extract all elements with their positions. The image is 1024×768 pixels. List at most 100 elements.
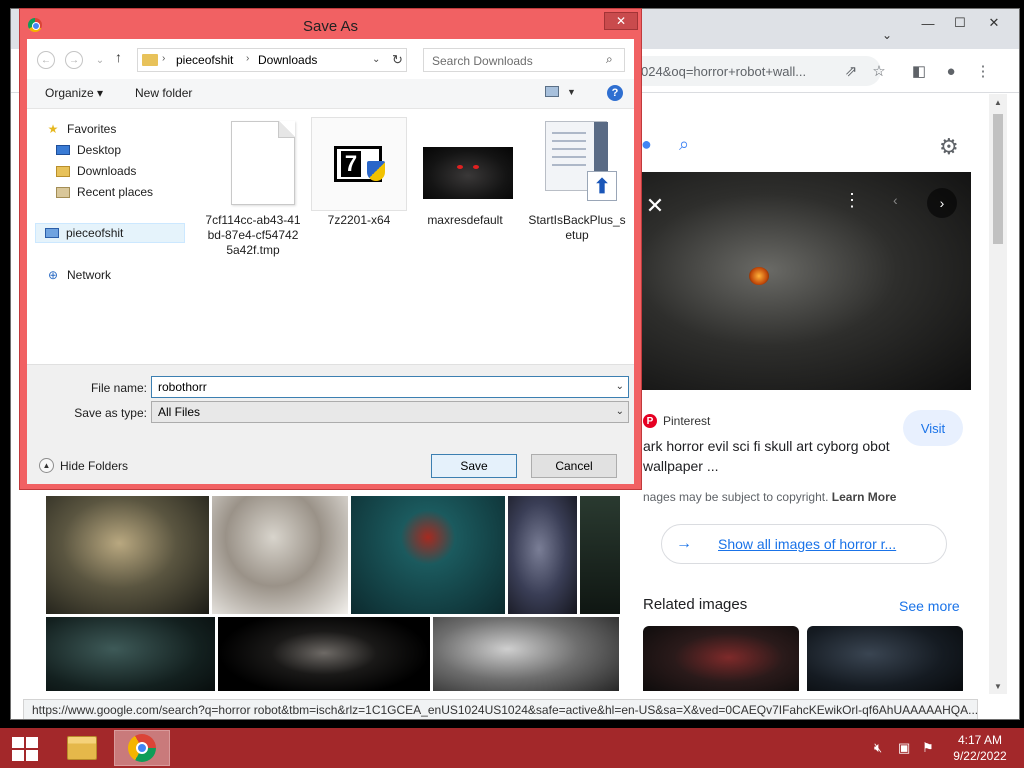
page-scrollbar[interactable]: ▲ ▼ (989, 94, 1007, 694)
file-name: StartIsBackPlus_setup (528, 213, 626, 242)
dialog-title: Save As (302, 18, 359, 35)
chevron-down-icon[interactable]: ⌄ (616, 381, 624, 392)
image-preview-panel: ✕ ⋮ ‹ › P Pinterest Visit ark horror evi… (631, 172, 971, 691)
save-options-area: File name: robothorr ⌄ Save as type: All… (27, 364, 634, 484)
file-explorer-taskbar-button[interactable] (54, 730, 110, 766)
result-image[interactable] (218, 617, 430, 691)
refresh-icon[interactable]: ↻ (392, 52, 403, 68)
profile-icon[interactable]: ● (941, 61, 961, 81)
dialog-close-button[interactable]: ✕ (604, 12, 638, 30)
result-image[interactable] (580, 496, 620, 614)
hide-folders-button[interactable]: ▲ Hide Folders (39, 458, 128, 473)
see-more-link[interactable]: See more (899, 598, 960, 614)
organize-label: Organize (45, 86, 94, 100)
recent-locations-chevron-icon[interactable]: ⌄ (91, 51, 109, 69)
navigation-pane: ★ Favorites Desktop Downloads Recent plac… (27, 110, 187, 364)
cancel-button[interactable]: Cancel (531, 454, 617, 478)
breadcrumb-separator-icon: › (246, 53, 250, 64)
related-images-heading: Related images (643, 596, 748, 613)
close-window-button[interactable]: ✕ (977, 11, 1011, 35)
chevron-up-icon: ▲ (39, 458, 54, 473)
system-clock[interactable]: 4:17 AM 9/22/2022 (940, 732, 1020, 764)
volume-muted-icon[interactable]: 🔇︎ (874, 740, 882, 756)
file-name: 7z2201-x64 (327, 213, 391, 227)
breadcrumb-user[interactable]: pieceofshit (176, 53, 233, 67)
file-item[interactable]: 7 7z2201-x64 (311, 117, 407, 228)
dialog-titlebar[interactable]: Save As (20, 9, 641, 39)
nav-downloads[interactable]: Downloads (55, 161, 136, 181)
network-status-icon[interactable]: ▣ (898, 740, 910, 756)
minimize-button[interactable]: — (911, 11, 945, 35)
up-arrow-icon[interactable]: ↑ (115, 49, 122, 65)
scrollbar-thumb[interactable] (993, 114, 1003, 244)
search-input[interactable]: Search Downloads ⌕ (423, 48, 625, 72)
result-image[interactable] (46, 496, 209, 614)
file-name-input[interactable]: robothorr ⌄ (151, 376, 629, 398)
chevron-down-icon[interactable]: ▼ (567, 87, 576, 97)
menu-kebab-icon[interactable]: ⋮ (973, 61, 993, 81)
chevron-left-icon[interactable]: ‹ (893, 192, 898, 208)
save-button[interactable]: Save (431, 454, 517, 478)
file-list: 7cf114cc-ab43-41bd-87e4-cf547425a42f.tmp… (195, 117, 635, 357)
omnibox[interactable]: 024&oq=horror+robot+wall... ⇗ ☆ (611, 56, 886, 86)
tab-search-chevron-icon[interactable]: ⌄ (877, 25, 897, 45)
file-item[interactable]: ⬆ StartIsBackPlus_setup (527, 117, 627, 243)
scroll-up-icon[interactable]: ▲ (989, 94, 1007, 110)
action-center-flag-icon[interactable]: ⚑ (922, 740, 934, 756)
image-title[interactable]: ark horror evil sci fi skull art cyborg … (643, 436, 893, 476)
chrome-taskbar-button[interactable] (114, 730, 170, 766)
save-type-label: Save as type: (74, 406, 147, 420)
chevron-down-icon[interactable]: ⌄ (372, 54, 380, 65)
search-icon: ⌕ (606, 52, 613, 66)
nav-recent-places[interactable]: Recent places (55, 182, 153, 202)
nav-desktop[interactable]: Desktop (55, 140, 121, 160)
installer-icon: ⬆ (529, 117, 625, 211)
address-bar[interactable]: › pieceofshit › Downloads ⌄ ↻ (137, 48, 407, 72)
mic-icon[interactable]: ● (641, 134, 652, 155)
share-icon[interactable]: ⇗ (841, 61, 861, 81)
bookmark-star-icon[interactable]: ☆ (869, 61, 889, 81)
taskbar: 🔇︎ ▣ ⚑ 4:17 AM 9/22/2022 (0, 728, 1024, 768)
nav-label: Desktop (77, 143, 122, 157)
nav-user-folder[interactable]: pieceofshit (35, 223, 185, 243)
show-all-images-button[interactable]: → Show all images of horror r... (661, 524, 947, 564)
file-item[interactable]: 7cf114cc-ab43-41bd-87e4-cf547425a42f.tmp (205, 117, 301, 258)
close-icon[interactable]: ✕ (643, 193, 667, 218)
clock-date: 9/22/2022 (953, 749, 1007, 763)
result-image[interactable] (351, 496, 505, 614)
help-icon[interactable]: ? (607, 85, 623, 101)
forward-arrow-icon[interactable]: → (65, 51, 83, 69)
settings-gear-icon[interactable]: ⚙ (939, 134, 959, 160)
learn-more-link[interactable]: Learn More (832, 490, 897, 504)
more-options-icon[interactable]: ⋮ (843, 190, 861, 211)
chevron-right-icon[interactable]: › (927, 188, 957, 218)
source-name[interactable]: Pinterest (663, 414, 710, 428)
scroll-down-icon[interactable]: ▼ (989, 678, 1007, 694)
related-image[interactable] (643, 626, 799, 691)
nav-network[interactable]: ⊕ Network (45, 265, 111, 285)
side-panel-icon[interactable]: ◧ (909, 61, 929, 81)
nav-favorites[interactable]: ★ Favorites (45, 119, 117, 139)
hide-folders-label: Hide Folders (60, 458, 129, 473)
show-all-label: Show all images of horror r... (718, 536, 897, 552)
start-button[interactable] (12, 737, 38, 761)
result-image[interactable] (46, 617, 215, 691)
save-type-select[interactable]: All Files ⌄ (151, 401, 629, 423)
preview-image[interactable] (631, 172, 971, 390)
nav-label: Favorites (67, 122, 117, 136)
file-item[interactable]: maxresdefault (417, 117, 513, 228)
image-grid-row (46, 496, 620, 614)
organize-menu[interactable]: Organize ▾ (45, 86, 103, 100)
search-icon[interactable]: ⌕ (679, 134, 689, 155)
back-arrow-icon[interactable]: ← (37, 51, 55, 69)
visit-button[interactable]: Visit (903, 410, 963, 446)
related-image[interactable] (807, 626, 963, 691)
new-folder-button[interactable]: New folder (135, 86, 192, 100)
maximize-button[interactable]: ☐ (943, 11, 977, 35)
view-options-icon[interactable] (545, 86, 559, 97)
result-image[interactable] (508, 496, 577, 614)
result-image[interactable] (433, 617, 619, 691)
upload-arrow-icon: ⬆ (587, 171, 617, 201)
result-image[interactable] (212, 496, 348, 614)
breadcrumb-downloads[interactable]: Downloads (258, 53, 317, 67)
